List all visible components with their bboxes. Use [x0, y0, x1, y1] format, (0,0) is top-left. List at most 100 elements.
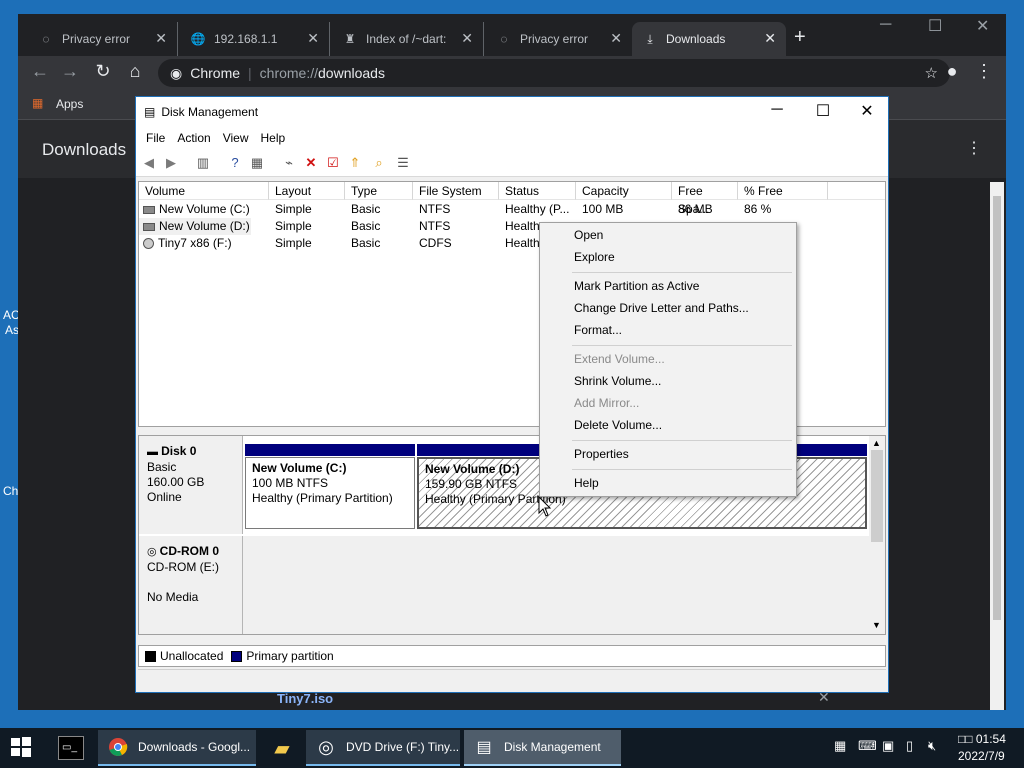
tab-downloads[interactable]: ⤓ Downloads ✕ [632, 22, 786, 56]
address-bar[interactable]: ◉ Chrome | chrome:// downloads ☆ [158, 59, 950, 87]
usb-icon[interactable]: ▯ [906, 738, 913, 754]
scroll-up-icon[interactable]: ▲ [872, 438, 881, 448]
display-icon[interactable]: ▣ [882, 738, 894, 754]
clock-date[interactable]: 2022/7/9 [958, 749, 1005, 763]
back-arrow-icon[interactable]: ← [28, 61, 52, 82]
table-row[interactable]: New Volume (C:) Simple Basic NTFS Health… [139, 201, 885, 218]
start-windows-icon[interactable] [10, 736, 36, 760]
taskbar-disk-management[interactable]: ▤ Disk Management [464, 730, 621, 766]
forward-arrow-icon[interactable]: → [58, 61, 82, 82]
close-icon[interactable]: ✕ [155, 30, 167, 47]
show-hide-console-tree-icon[interactable]: ▥ [194, 154, 212, 172]
cell-type: Basic [351, 236, 381, 250]
cell-percent-free: 86 % [744, 202, 772, 216]
column-status[interactable]: Status [499, 182, 576, 200]
minimize-icon[interactable]: ─ [762, 101, 792, 119]
menu-help[interactable]: Help [261, 131, 286, 145]
column-free-space[interactable]: Free Spa... [672, 182, 738, 216]
taskbar-file-explorer[interactable]: ▰ [262, 730, 302, 766]
bookmark-apps[interactable]: Apps [56, 97, 83, 111]
disk0-info[interactable]: ▬ Disk 0 Basic 160.00 GB Online [139, 436, 243, 534]
globe-icon: ◌ [42, 32, 50, 46]
close-icon[interactable]: ✕ [307, 30, 319, 47]
check-icon[interactable]: ☑ [324, 154, 342, 172]
cell-file-system: NTFS [419, 202, 451, 216]
menu-item-properties[interactable]: Properties [542, 443, 794, 465]
profile-avatar-icon[interactable]: ● [940, 61, 964, 82]
download-file-link[interactable]: Tiny7.iso [277, 691, 333, 706]
menu-view[interactable]: View [223, 131, 249, 145]
menu-file[interactable]: File [146, 131, 165, 145]
close-window-icon[interactable]: ✕ [852, 101, 882, 121]
search-folder-icon[interactable]: ⌕ [370, 154, 388, 172]
maximize-icon[interactable]: ☐ [808, 101, 838, 121]
disk0-size: 160.00 GB [147, 475, 205, 489]
list-view-icon[interactable]: ☰ [394, 154, 412, 172]
cell-file-system: NTFS [419, 219, 451, 233]
menu-item-explore[interactable]: Explore [542, 246, 794, 268]
close-icon[interactable]: ✕ [610, 30, 622, 47]
menu-dots-icon[interactable]: ⋮ [972, 61, 996, 82]
taskbar-item-label: Downloads - Googl... [138, 740, 251, 754]
tab-index[interactable]: ♜ Index of /~dart: ✕ [332, 22, 484, 56]
column-capacity[interactable]: Capacity [576, 182, 672, 200]
delete-icon[interactable]: ✕ [302, 154, 320, 172]
scroll-down-icon[interactable]: ▼ [872, 620, 881, 630]
column-volume[interactable]: Volume [139, 182, 269, 200]
menu-item-mark-active[interactable]: Mark Partition as Active [542, 275, 794, 297]
close-window-icon[interactable]: ✕ [976, 16, 989, 36]
cdrom0-info[interactable]: ◎ CD-ROM 0 CD-ROM (E:) No Media [139, 536, 243, 634]
menu-item-format[interactable]: Format... [542, 319, 794, 341]
back-arrow-icon[interactable]: ◀ [140, 154, 158, 172]
column-percent-free[interactable]: % Free [738, 182, 828, 200]
volume-muted-icon[interactable]: 🔇︎ [928, 738, 936, 754]
tab-privacy-error-1[interactable]: ◌ Privacy error ✕ [28, 22, 178, 56]
menu-item-open[interactable]: Open [542, 224, 794, 246]
maximize-icon[interactable]: ☐ [928, 16, 942, 36]
keyboard-icon[interactable]: ⌨ [858, 738, 877, 754]
menu-separator [572, 469, 792, 470]
new-tab-icon[interactable]: + [794, 26, 806, 49]
menu-item-change-drive-letter[interactable]: Change Drive Letter and Paths... [542, 297, 794, 319]
apps-grid-icon[interactable]: ▦ [32, 96, 43, 110]
tab-router[interactable]: 🌐 192.168.1.1 ✕ [180, 22, 330, 56]
column-file-system[interactable]: File System [413, 182, 499, 200]
tab-privacy-error-2[interactable]: ◌ Privacy error ✕ [486, 22, 632, 56]
taskbar-chrome[interactable]: Downloads - Googl... [98, 730, 256, 766]
connect-icon[interactable]: ⌁ [280, 154, 298, 172]
help-icon[interactable]: ? [226, 154, 244, 172]
scrollbar-thumb[interactable] [993, 196, 1001, 620]
title-bar: ▤ Disk Management ─ ☐ ✕ [136, 97, 888, 127]
page-scrollbar[interactable] [990, 182, 1004, 710]
menu-item-extend-volume[interactable]: Extend Volume... [542, 348, 794, 370]
menu-item-help[interactable]: Help [542, 472, 794, 494]
legend-primary-partition: Primary partition [246, 649, 334, 663]
clock-time[interactable]: □□ 01:54 [958, 732, 1006, 746]
cell-volume: New Volume (C:) [159, 202, 250, 216]
scrollbar-thumb[interactable] [871, 450, 883, 542]
forward-arrow-icon[interactable]: ▶ [162, 154, 180, 172]
tab-title: 192.168.1.1 [214, 32, 278, 46]
graph-scrollbar[interactable]: ▲ ▼ [869, 436, 885, 634]
more-options-icon[interactable]: ⋮ [966, 138, 982, 158]
menu-action[interactable]: Action [177, 131, 210, 145]
folder-up-icon[interactable]: ⇑ [346, 154, 364, 172]
network-icon[interactable]: ▦ [834, 738, 846, 754]
bookmark-star-icon[interactable]: ☆ [925, 64, 938, 82]
close-icon[interactable]: ✕ [764, 30, 776, 47]
home-icon[interactable]: ⌂ [123, 61, 147, 82]
menu-item-add-mirror[interactable]: Add Mirror... [542, 392, 794, 414]
menu-item-delete-volume[interactable]: Delete Volume... [542, 414, 794, 436]
column-layout[interactable]: Layout [269, 182, 345, 200]
close-icon[interactable]: ✕ [461, 30, 473, 47]
menu-item-shrink-volume[interactable]: Shrink Volume... [542, 370, 794, 392]
clock-prefix: □□ [958, 732, 973, 746]
reload-icon[interactable]: ↻ [91, 61, 115, 82]
terminal-icon[interactable]: ▭_ [58, 736, 84, 760]
address-divider: | [248, 65, 252, 81]
column-type[interactable]: Type [345, 182, 413, 200]
partition-c[interactable]: New Volume (C:) 100 MB NTFS Healthy (Pri… [245, 457, 415, 529]
minimize-icon[interactable]: ─ [880, 16, 891, 34]
properties-icon[interactable]: ▦ [248, 154, 266, 172]
taskbar-dvd-drive[interactable]: ◎ DVD Drive (F:) Tiny... [306, 730, 460, 766]
